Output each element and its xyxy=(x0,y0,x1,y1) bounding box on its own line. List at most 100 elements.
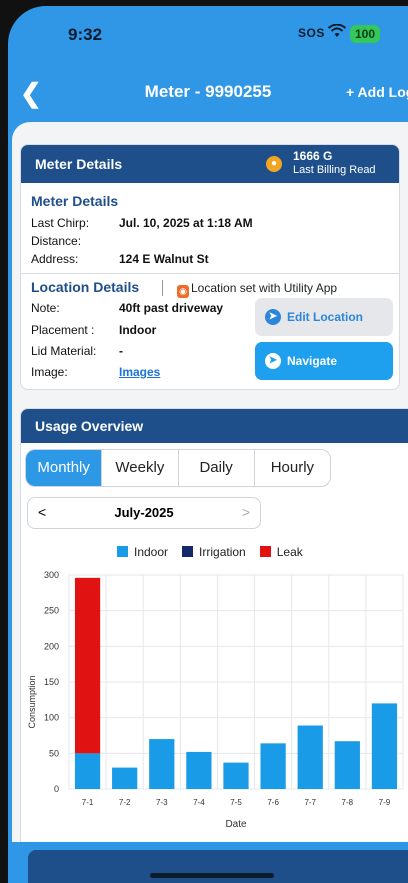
bar-indoor xyxy=(186,751,212,789)
home-indicator[interactable] xyxy=(150,873,274,878)
address-label: Address: xyxy=(31,252,79,266)
tab-monthly[interactable]: Monthly xyxy=(26,450,103,486)
last-chirp-row: Last Chirp: Jul. 10, 2025 at 1:18 AM xyxy=(31,216,253,230)
lid-label: Lid Material: xyxy=(31,344,97,358)
legend-leak: Leak xyxy=(259,545,303,559)
legend-irrigation: Irrigation xyxy=(182,545,246,559)
x-tick-label: 7-4 xyxy=(193,798,205,807)
nav-bar: ❮ Meter - 9990255 + Add Log xyxy=(8,74,408,114)
lid-value: - xyxy=(119,344,123,358)
meter-details-heading: Meter Details xyxy=(35,156,123,172)
legend-indoor-swatch xyxy=(117,546,128,557)
distance-row: Distance: xyxy=(31,234,119,248)
y-tick-label: 100 xyxy=(44,713,59,723)
consumption-chart: 0 50 100 150 200 250 300 7-1 7-2 7-3 7-4 7-5 7-6 7-7 7… xyxy=(27,570,404,830)
legend-indoor: Indoor xyxy=(117,545,168,559)
legend-irrigation-swatch xyxy=(182,546,194,557)
utility-app-icon: ◉ xyxy=(177,285,189,298)
x-tick-label: 7-1 xyxy=(82,798,94,807)
placement-value: Indoor xyxy=(119,323,157,337)
bar-indoor xyxy=(297,725,323,789)
x-tick-label: 7-6 xyxy=(267,798,279,807)
bar-indoor xyxy=(260,743,286,789)
status-time: 9:32 xyxy=(68,25,103,44)
battery-indicator: 100 xyxy=(350,25,381,43)
bar-leak xyxy=(74,577,101,754)
edit-location-label: Edit Location xyxy=(287,310,363,324)
legend-leak-label: Leak xyxy=(276,545,303,559)
lid-row: Lid Material: - xyxy=(31,344,123,358)
legend-leak-swatch xyxy=(259,546,271,557)
meter-details-card: Meter Details ● 1666 G Last Billing Read… xyxy=(20,144,400,390)
x-axis-label: Date xyxy=(225,819,247,830)
y-tick-label: 200 xyxy=(44,641,59,651)
billing-coin-icon: ● xyxy=(266,156,282,172)
period-tabs: Monthly Weekly Daily Hourly xyxy=(25,449,331,487)
title-separator xyxy=(162,280,163,296)
next-card-header xyxy=(28,850,408,883)
bar-indoor xyxy=(334,741,360,789)
legend-indoor-label: Indoor xyxy=(134,545,169,559)
y-tick-label: 300 xyxy=(44,570,59,580)
x-tick-label: 7-2 xyxy=(119,798,131,807)
card-divider xyxy=(21,273,399,274)
bar-indoor xyxy=(74,753,101,789)
edit-location-button[interactable]: ➤ Edit Location xyxy=(255,298,393,336)
month-picker: < July-2025 > xyxy=(27,497,261,529)
content-area[interactable]: Meter Details ● 1666 G Last Billing Read… xyxy=(12,122,408,862)
location-arrow-icon: ➤ xyxy=(265,309,281,325)
bar-indoor xyxy=(149,739,175,789)
x-tick-label: 7-8 xyxy=(342,798,354,807)
bar-indoor xyxy=(112,767,138,789)
tab-hourly[interactable]: Hourly xyxy=(255,450,330,486)
note-value: 40ft past driveway xyxy=(119,301,224,315)
legend-irrigation-label: Irrigation xyxy=(199,545,246,559)
billing-label: Last Billing Read xyxy=(293,164,376,176)
images-link[interactable]: Images xyxy=(119,365,160,379)
add-log-button[interactable]: + Add Log xyxy=(346,84,408,100)
last-chirp-label: Last Chirp: xyxy=(31,216,90,230)
navigate-button[interactable]: ➤ Navigate xyxy=(255,342,393,380)
y-tick-label: 150 xyxy=(44,677,59,687)
navigate-label: Navigate xyxy=(287,354,338,368)
meter-details-header: Meter Details ● 1666 G Last Billing Read xyxy=(21,145,399,183)
x-tick-label: 7-5 xyxy=(230,798,242,807)
x-tick-label: 7-3 xyxy=(156,798,168,807)
selected-month: July-2025 xyxy=(114,505,174,520)
chart-legend: Indoor Irrigation Leak xyxy=(117,545,303,559)
y-tick-label: 0 xyxy=(54,784,59,794)
address-value: 124 E Walnut St xyxy=(119,252,209,266)
meter-section-title: Meter Details xyxy=(31,193,119,209)
tab-weekly[interactable]: Weekly xyxy=(102,450,179,486)
image-label: Image: xyxy=(31,365,68,379)
app-screen: 9:32 SOS 100 ❮ Meter - 9990255 + Add Log… xyxy=(8,6,408,883)
distance-label: Distance: xyxy=(31,234,82,248)
status-bar: 9:32 SOS 100 xyxy=(8,6,408,66)
usage-overview-heading: Usage Overview xyxy=(35,418,144,434)
wifi-icon xyxy=(328,24,346,37)
x-tick-label: 7-9 xyxy=(379,798,391,807)
x-tick-label: 7-7 xyxy=(304,798,316,807)
placement-row: Placement : Indoor xyxy=(31,323,156,337)
next-month-button[interactable]: > xyxy=(242,504,250,520)
bar-indoor xyxy=(371,703,398,789)
last-billing-read: 1666 G Last Billing Read xyxy=(293,150,376,177)
y-tick-label: 250 xyxy=(44,606,59,616)
placement-label: Placement : xyxy=(31,323,95,337)
billing-value: 1666 G xyxy=(293,149,333,163)
navigate-arrow-icon: ➤ xyxy=(265,353,281,369)
address-row: Address: 124 E Walnut St xyxy=(31,252,209,266)
location-source-badge: ◉ Location set with Utility App xyxy=(177,281,337,298)
last-chirp-value: Jul. 10, 2025 at 1:18 AM xyxy=(119,216,253,230)
usage-overview-header: Usage Overview xyxy=(21,409,408,443)
note-row: Note: 40ft past driveway xyxy=(31,301,223,315)
bar-indoor xyxy=(223,762,249,789)
y-axis-label: Consumption xyxy=(27,675,37,728)
sos-indicator: SOS xyxy=(298,26,325,40)
location-source-text: Location set with Utility App xyxy=(191,281,338,295)
note-label: Note: xyxy=(31,301,60,315)
location-section-title: Location Details xyxy=(31,279,140,295)
image-row: Image: Images xyxy=(31,365,160,379)
tab-daily[interactable]: Daily xyxy=(179,450,255,486)
y-tick-label: 50 xyxy=(49,748,59,758)
